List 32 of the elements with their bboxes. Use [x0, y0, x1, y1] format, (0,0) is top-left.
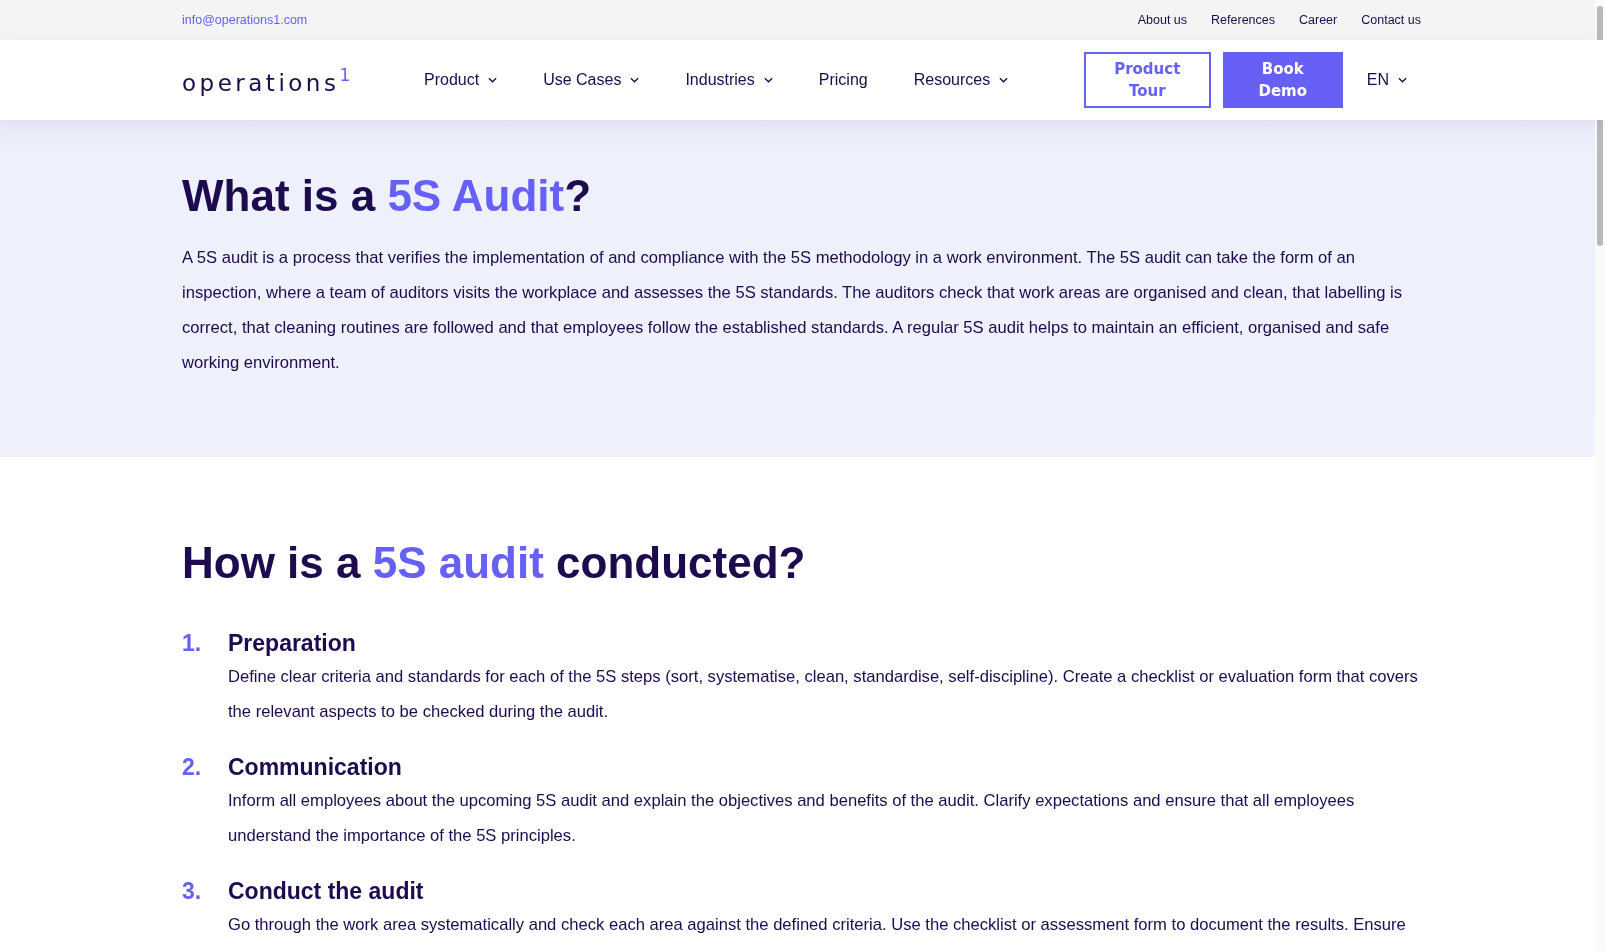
step-description: Inform all employees about the upcoming 5S audit and explain the objectives and benefits of the audit. Clarify expectations and ensure that all employees understand the importance of the 5S principles. [228, 790, 1356, 847]
step-description: Define clear criteria and standards for each of the 5S steps (sort, systematise, clean, standardise, self-discipline). Create a checklist or evaluation form that covers the relevant aspects to be checked during the audit. [228, 666, 1419, 723]
step-title: Conduct the audit [228, 877, 425, 906]
top-link[interactable]: About us [1137, 13, 1188, 27]
scrollbar[interactable] [1595, 0, 1605, 951]
logo[interactable]: operations$^{1}$ [182, 64, 418, 96]
top-link[interactable]: References [1211, 13, 1275, 27]
book-demo-button[interactable]: Book Demo [1222, 52, 1343, 108]
chevron-down-icon [999, 77, 1009, 83]
intro-paragraph: A 5S audit is a process that verifies the implementation of and compliance with the 5S methodology in a work environment. The 5S audit can take the form of an inspection, where a team of auditors visits the workplace and assesses the 5S standards. The auditors check that work areas are organised and clean, that labelling is correct, that cleaning routines are followed and that employees follow the established standards. A regular 5S audit helps to maintain an efficient, organised and safe working environment. [182, 247, 1403, 374]
chevron-down-icon [1398, 77, 1407, 83]
step-title: Communication [228, 753, 403, 782]
page-heading: What is a 5S Audit? [182, 170, 592, 222]
top-link[interactable]: Career [1299, 13, 1338, 27]
section-heading: How is a 5S audit conducted? [182, 537, 806, 589]
step-title: Preparation [228, 629, 357, 658]
chevron-down-icon [630, 77, 640, 83]
nav-menu-item[interactable]: Resources [913, 71, 1009, 89]
top-link[interactable]: Contact us [1361, 13, 1421, 27]
product-tour-button[interactable]: Product Tour [1083, 52, 1211, 108]
email-link[interactable]: info@operations1.com [182, 13, 308, 27]
nav-menu-item[interactable]: Product [424, 71, 498, 89]
step-description: Go through the work area systematically and check each area against the defined criteria. Use the checklist or assessment form to document the results. Ensure [228, 914, 1407, 936]
chevron-down-icon [488, 77, 498, 83]
chevron-down-icon [763, 77, 773, 83]
step-number: 1. [182, 629, 203, 658]
nav-menu-item[interactable]: Industries [685, 71, 773, 89]
language-selector[interactable]: EN [1360, 71, 1421, 89]
nav-menu-item[interactable]: Pricing [818, 71, 868, 89]
nav-menu-item[interactable]: Use Cases [543, 71, 640, 89]
step-number: 3. [182, 877, 203, 906]
step-number: 2. [182, 753, 203, 782]
